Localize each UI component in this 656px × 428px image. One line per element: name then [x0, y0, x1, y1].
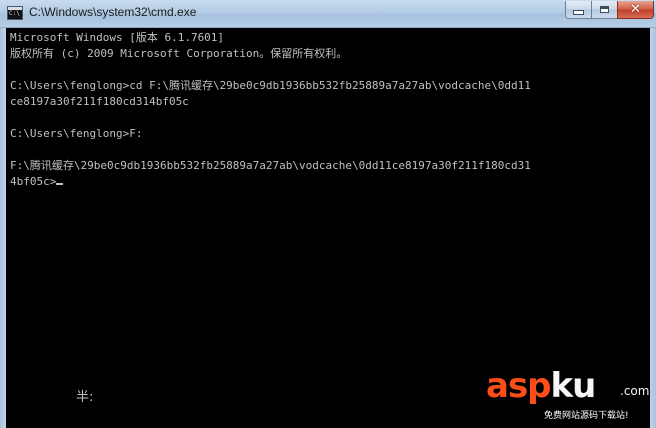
title-bar[interactable]: C:\ C:\Windows\system32\cmd.exe ✕: [0, 0, 656, 28]
cmd-app-icon[interactable]: C:\: [7, 6, 23, 20]
text-cursor: [56, 183, 64, 185]
maximize-icon: [600, 6, 609, 13]
watermark-brand-part2: ku: [550, 366, 597, 406]
minimize-button[interactable]: [565, 1, 592, 19]
close-button[interactable]: ✕: [617, 1, 654, 19]
console-line: ce8197a30f211f180cd314bf05c: [10, 95, 189, 108]
console-line: F:\腾讯缓存\29be0c9db1936bb532fb25889a7a27ab…: [10, 159, 531, 172]
window-title: C:\Windows\system32\cmd.exe: [29, 5, 197, 19]
minimize-icon: [573, 10, 584, 15]
close-icon: ✕: [630, 1, 641, 17]
site-watermark: aspku .com 免费网站源码下载站!: [486, 366, 652, 426]
console-prompt-line[interactable]: 4bf05c>: [10, 175, 64, 188]
console-prompt: 4bf05c>: [10, 175, 57, 188]
watermark-tagline: 免费网站源码下载站!: [544, 411, 629, 421]
watermark-domain-suffix: .com: [620, 384, 650, 398]
ime-status-indicator: 半:: [76, 390, 94, 405]
console-line: C:\Users\fenglong>F:: [10, 127, 143, 140]
console-line: 版权所有 (c) 2009 Microsoft Corporation。保留所有…: [10, 47, 348, 60]
watermark-logo: aspku: [486, 366, 597, 406]
watermark-brand-part1: asp: [486, 366, 552, 406]
console-line: C:\Users\fenglong>cd F:\腾讯缓存\29be0c9db19…: [10, 79, 531, 92]
console-line: Microsoft Windows [版本 6.1.7601]: [10, 31, 225, 44]
app-icon-label: C:\: [9, 10, 20, 17]
maximize-button[interactable]: [591, 1, 618, 19]
